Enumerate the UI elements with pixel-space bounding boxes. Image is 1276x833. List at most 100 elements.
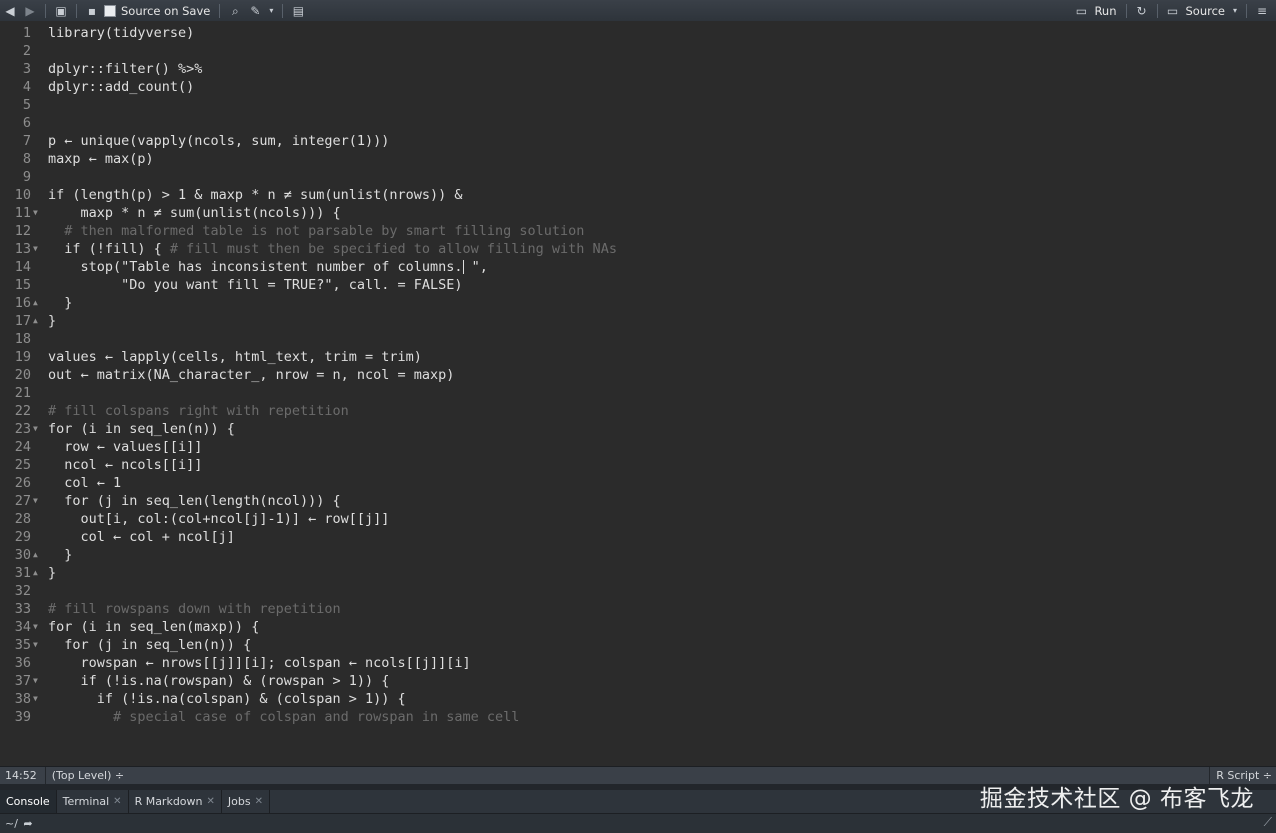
code-line[interactable]: 6 xyxy=(0,114,1276,132)
code-line[interactable]: 34 ▼ for (i in seq_len(maxp)) { xyxy=(0,618,1276,636)
code-line[interactable]: 32 xyxy=(0,582,1276,600)
go-to-directory-icon[interactable]: ➦ xyxy=(20,816,36,832)
code-line[interactable]: 17 ▲} xyxy=(0,312,1276,330)
code-text: if (!fill) { # fill must then be specifi… xyxy=(48,240,617,258)
code-line[interactable]: 37 ▼ if (!is.na(rowspan) & (rowspan > 1))… xyxy=(0,672,1276,690)
code-line[interactable]: 18 xyxy=(0,330,1276,348)
back-arrow-icon[interactable]: ◀ xyxy=(2,3,18,19)
code-line[interactable]: 2 xyxy=(0,42,1276,60)
code-line[interactable]: 13 ▼ if (!fill) { # fill must then be spe… xyxy=(0,240,1276,258)
chevron-down-icon[interactable]: ▾ xyxy=(267,3,275,19)
code-line[interactable]: 33 # fill rowspans down with repetition xyxy=(0,600,1276,618)
source-button[interactable]: Source xyxy=(1186,4,1226,18)
run-button[interactable]: Run xyxy=(1094,4,1116,18)
fold-open-icon[interactable]: ▼ xyxy=(33,636,38,654)
toolbar-separator xyxy=(45,3,46,18)
show-in-window-icon[interactable]: ▣ xyxy=(53,3,69,19)
code-text: if (length(p) > 1 & maxp * n ≠ sum(unlis… xyxy=(48,186,463,204)
code-segment: # fill rowspans down with repetition xyxy=(48,601,341,617)
close-icon[interactable]: ✕ xyxy=(113,796,121,807)
line-number: 23 xyxy=(14,421,31,437)
source-dropdown-icon[interactable]: ▾ xyxy=(1231,3,1239,19)
resize-handle-icon[interactable]: ⟋ xyxy=(1264,815,1272,830)
fold-close-icon[interactable]: ▲ xyxy=(33,294,38,312)
close-icon[interactable]: ✕ xyxy=(255,796,263,807)
code-line[interactable]: 15 "Do you want fill = TRUE?", call. = F… xyxy=(0,276,1276,294)
code-tools-wand-icon[interactable]: ✎ xyxy=(247,3,263,19)
inline-comment: # fill must then be specified to allow f… xyxy=(169,241,617,257)
code-line[interactable]: 11 ▼ maxp * n ≠ sum(unlist(ncols))) { xyxy=(0,204,1276,222)
code-text: row ← values[[i]] xyxy=(48,438,202,456)
fold-close-icon[interactable]: ▲ xyxy=(33,546,38,564)
code-line[interactable]: 38 ▼ if (!is.na(colspan) & (colspan > 1))… xyxy=(0,690,1276,708)
tab-r-markdown[interactable]: R Markdown ✕ xyxy=(129,790,222,813)
code-line[interactable]: 24 row ← values[[i]] xyxy=(0,438,1276,456)
code-line[interactable]: 26 col ← 1 xyxy=(0,474,1276,492)
line-number: 32 xyxy=(14,583,31,599)
code-segment: dplyr::filter() %>% xyxy=(48,61,203,77)
code-line[interactable]: 14 stop("Table has inconsistent number o… xyxy=(0,258,1276,276)
code-editor[interactable]: 1 library(tidyverse) 2 3 dplyr::filter() %>%… xyxy=(0,21,1276,766)
line-number: 8 xyxy=(22,151,31,167)
toolbar-separator xyxy=(282,3,284,18)
document-outline-icon[interactable]: ≡ xyxy=(1254,3,1270,19)
fold-open-icon[interactable]: ▼ xyxy=(33,672,38,690)
code-segment: ", xyxy=(463,259,488,275)
code-line[interactable]: 4 dplyr::add_count() xyxy=(0,78,1276,96)
code-line[interactable]: 27 ▼ for (j in seq_len(length(ncol))) { xyxy=(0,492,1276,510)
fold-close-icon[interactable]: ▲ xyxy=(33,564,38,582)
code-segment: } xyxy=(48,313,57,329)
code-line[interactable]: 23 ▼ for (i in seq_len(n)) { xyxy=(0,420,1276,438)
code-line[interactable]: 12 # then malformed table is not parsabl… xyxy=(0,222,1276,240)
code-line[interactable]: 7 p ← unique(vapply(ncols, sum, integer(1… xyxy=(0,132,1276,150)
tab-terminal[interactable]: Terminal ✕ xyxy=(57,790,129,813)
code-line[interactable]: 5 xyxy=(0,96,1276,114)
fold-open-icon[interactable]: ▼ xyxy=(33,690,38,708)
code-line[interactable]: 31 ▲} xyxy=(0,564,1276,582)
code-text: for (i in seq_len(maxp)) { xyxy=(48,618,259,636)
code-line[interactable]: 30 ▲ } xyxy=(0,546,1276,564)
search-icon[interactable]: ⌕ xyxy=(227,3,243,19)
fold-close-icon[interactable]: ▲ xyxy=(33,312,38,330)
rerun-icon[interactable]: ↻ xyxy=(1134,3,1150,19)
source-on-save-checkbox[interactable] xyxy=(104,4,116,17)
code-line[interactable]: 36 rowspan ← nrows[[j]][i]; colspan ← nc… xyxy=(0,654,1276,672)
code-line[interactable]: 25 ncol ← ncols[[i]] xyxy=(0,456,1276,474)
code-comment: # fill rowspans down with repetition xyxy=(48,600,341,618)
code-line[interactable]: 35 ▼ for (j in seq_len(n)) { xyxy=(0,636,1276,654)
source-on-save-label[interactable]: Source on Save xyxy=(121,4,210,18)
line-number: 24 xyxy=(14,439,31,455)
fold-open-icon[interactable]: ▼ xyxy=(33,204,38,222)
code-comment: # special case of colspan and rowspan in… xyxy=(48,708,519,726)
code-line[interactable]: 19 values ← lapply(cells, html_text, trim… xyxy=(0,348,1276,366)
watermark: 掘金技术社区 @ 布客飞龙 xyxy=(979,786,1254,812)
source-icon[interactable]: ▭ xyxy=(1165,3,1181,19)
tab-console[interactable]: Console xyxy=(0,790,57,813)
fold-open-icon[interactable]: ▼ xyxy=(33,492,38,510)
code-line[interactable]: 22 # fill colspans right with repetition xyxy=(0,402,1276,420)
close-icon[interactable]: ✕ xyxy=(207,796,215,807)
save-icon[interactable]: ▪ xyxy=(84,3,100,19)
line-number: 6 xyxy=(22,115,31,131)
code-segment: ncol ← ncols[[i]] xyxy=(48,457,203,473)
code-line[interactable]: 3 dplyr::filter() %>% xyxy=(0,60,1276,78)
fold-open-icon[interactable]: ▼ xyxy=(33,240,38,258)
code-text: maxp ← max(p) xyxy=(48,150,154,168)
scope-selector[interactable]: (Top Level) ÷ xyxy=(46,767,130,784)
compile-report-icon[interactable]: ▤ xyxy=(290,3,306,19)
code-line[interactable]: 1 library(tidyverse) xyxy=(0,24,1276,42)
code-line[interactable]: 39 # special case of colspan and rowspan… xyxy=(0,708,1276,726)
code-line[interactable]: 28 out[i, col:(col+ncol[j]-1)] ← row[[j]… xyxy=(0,510,1276,528)
fold-open-icon[interactable]: ▼ xyxy=(33,618,38,636)
code-line[interactable]: 8 maxp ← max(p) xyxy=(0,150,1276,168)
code-line[interactable]: 21 xyxy=(0,384,1276,402)
code-line[interactable]: 20 out ← matrix(NA_character_, nrow = n, … xyxy=(0,366,1276,384)
tab-jobs[interactable]: Jobs ✕ xyxy=(222,790,270,813)
code-line[interactable]: 9 xyxy=(0,168,1276,186)
code-line[interactable]: 29 col ← col + ncol[j] xyxy=(0,528,1276,546)
forward-arrow-icon[interactable]: ▶ xyxy=(22,3,38,19)
code-line[interactable]: 16 ▲ } xyxy=(0,294,1276,312)
fold-open-icon[interactable]: ▼ xyxy=(33,420,38,438)
code-line[interactable]: 10 if (length(p) > 1 & maxp * n ≠ sum(unl… xyxy=(0,186,1276,204)
run-icon[interactable]: ▭ xyxy=(1073,3,1089,19)
